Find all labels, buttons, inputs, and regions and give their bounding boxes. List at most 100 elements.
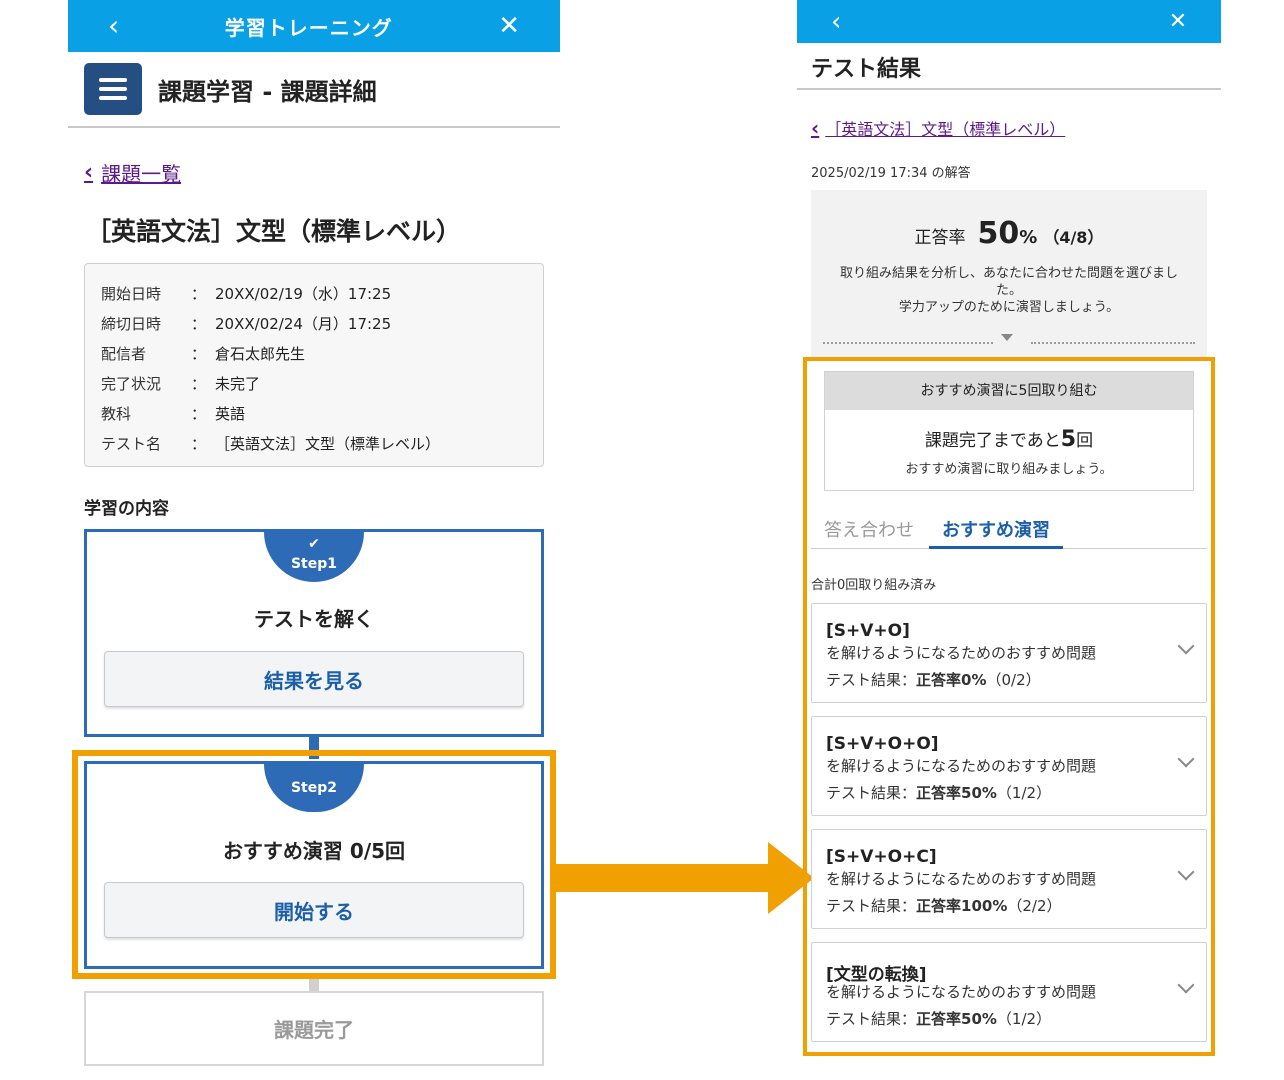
item-result-fraction: （1/2） bbox=[996, 784, 1052, 802]
chevron-left-icon[interactable]: ‹ bbox=[831, 9, 841, 35]
info-colon: ： bbox=[191, 314, 207, 333]
total-attempts: 合計0回取り組み済み bbox=[811, 578, 937, 593]
info-key: 開始日時 bbox=[101, 284, 162, 303]
info-colon: ： bbox=[191, 404, 207, 423]
item-title: [S+V+O+O] bbox=[826, 734, 939, 754]
menu-icon-bar bbox=[99, 87, 127, 91]
item-result: テスト結果：正答率50%（1/2） bbox=[826, 1008, 1051, 1029]
score-summary-box: 正答率 50 % （4/8） 取り組み結果を分析し、あなたに合わせた問題を選びま… bbox=[811, 190, 1207, 358]
chevron-left-icon[interactable]: ‹ bbox=[108, 12, 119, 40]
section-label: 学習の内容 bbox=[84, 499, 169, 519]
score-message: 取り組み結果を分析し、あなたに合わせた問題を選びまし た。 学力アップのために演… bbox=[811, 265, 1207, 316]
step1-title: テストを解く bbox=[254, 607, 374, 631]
score-value: 50 bbox=[977, 216, 1020, 251]
item-result-label: テスト結果： bbox=[826, 897, 917, 915]
answered-at: 2025/02/19 17:34 の解答 bbox=[811, 166, 971, 181]
menu-icon-bar bbox=[99, 96, 127, 100]
recommend-item[interactable]: [S+V+O] を解けるようになるためのおすすめ問題 テスト結果：正答率0%（0… bbox=[811, 603, 1207, 703]
remaining-prefix: 課題完了まであと bbox=[924, 431, 1061, 451]
chevron-left-icon: ‹ bbox=[84, 160, 94, 185]
info-value: 20XX/02/24（月）17:25 bbox=[215, 314, 392, 333]
start-button[interactable]: 開始する bbox=[104, 882, 524, 938]
item-subtitle: を解けるようになるためのおすすめ問題 bbox=[826, 757, 1097, 775]
score-unit: % bbox=[1019, 227, 1038, 248]
item-result: テスト結果：正答率100%（2/2） bbox=[826, 895, 1062, 916]
score-line: 正答率 50 % （4/8） bbox=[811, 216, 1207, 251]
recommend-item[interactable]: [文型の転換] を解けるようになるためのおすすめ問題 テスト結果：正答率50%（… bbox=[811, 942, 1207, 1042]
item-title: [S+V+O] bbox=[826, 621, 910, 641]
item-result-label: テスト結果： bbox=[826, 1010, 917, 1028]
right-title-divider bbox=[797, 88, 1221, 90]
item-subtitle: を解けるようになるためのおすすめ問題 bbox=[826, 983, 1097, 1001]
back-link-test-label: ［英語文法］文型（標準レベル） bbox=[825, 120, 1066, 139]
left-header-bar: ‹ 学習トレーニング ✕ bbox=[68, 0, 560, 52]
step2-badge-label: Step2 bbox=[290, 780, 338, 796]
item-subtitle: を解けるようになるためのおすすめ問題 bbox=[826, 870, 1097, 888]
assignment-title: ［英語文法］文型（標準レベル） bbox=[86, 217, 462, 246]
info-value: 英語 bbox=[215, 404, 246, 423]
chevron-down-icon[interactable] bbox=[1177, 750, 1195, 768]
remaining-suffix: 回 bbox=[1076, 431, 1094, 451]
arrow-right-icon bbox=[552, 842, 814, 914]
info-colon: ： bbox=[191, 344, 207, 363]
info-row-deadline: 締切日時 ： 20XX/02/24（月）17:25 bbox=[101, 308, 527, 338]
info-row-test-name: テスト名 ： ［英語文法］文型（標準レベル） bbox=[101, 428, 527, 458]
info-key: 教科 bbox=[101, 404, 132, 423]
back-link-assignments[interactable]: ‹ 課題一覧 bbox=[84, 158, 181, 187]
close-icon[interactable]: ✕ bbox=[498, 13, 520, 39]
item-result: テスト結果：正答率50%（1/2） bbox=[826, 782, 1051, 803]
back-link-label: 課題一覧 bbox=[101, 162, 182, 186]
dotted-divider bbox=[1031, 342, 1195, 344]
hamburger-menu-button[interactable] bbox=[84, 63, 142, 115]
info-value: 未完了 bbox=[215, 374, 261, 393]
item-subtitle: を解けるようになるためのおすすめ問題 bbox=[826, 644, 1097, 662]
view-results-button[interactable]: 結果を見る bbox=[104, 651, 524, 707]
score-message-line: 学力アップのために演習しましょう。 bbox=[898, 300, 1120, 315]
page-title: 課題学習 - 課題詳細 bbox=[158, 78, 377, 106]
item-result-rate: 正答率50% bbox=[916, 784, 997, 802]
info-value: 20XX/02/19（水）17:25 bbox=[215, 284, 392, 303]
back-link-test[interactable]: ‹ ［英語文法］文型（標準レベル） bbox=[811, 116, 1065, 140]
recommend-item[interactable]: [S+V+O+C] を解けるようになるためのおすすめ問題 テスト結果：正答率10… bbox=[811, 829, 1207, 929]
complete-step-card: 課題完了 bbox=[84, 991, 544, 1066]
item-title: [S+V+O+C] bbox=[826, 847, 937, 867]
info-colon: ： bbox=[191, 374, 207, 393]
info-key: 配信者 bbox=[101, 344, 147, 363]
info-key: 締切日時 bbox=[101, 314, 162, 333]
score-fraction: （4/8） bbox=[1043, 228, 1104, 247]
recommend-progress-card: おすすめ演習に5回取り組む 課題完了まであと5回 おすすめ演習に取り組みましょう… bbox=[824, 371, 1194, 491]
score-label: 正答率 bbox=[914, 228, 966, 248]
step-connector-inactive bbox=[309, 979, 319, 991]
menu-icon-bar bbox=[99, 78, 127, 82]
chevron-down-icon[interactable] bbox=[1177, 976, 1195, 994]
left-title-divider bbox=[68, 126, 560, 128]
info-row-status: 完了状況 ： 未完了 bbox=[101, 368, 527, 398]
chevron-down-icon[interactable] bbox=[1177, 637, 1195, 655]
recommend-progress-head: おすすめ演習に5回取り組む bbox=[825, 372, 1193, 410]
chevron-down-icon[interactable] bbox=[1177, 863, 1195, 881]
score-message-line: た。 bbox=[995, 283, 1022, 298]
item-result-fraction: （1/2） bbox=[996, 1010, 1052, 1028]
dotted-divider bbox=[823, 342, 993, 344]
item-result-label: テスト結果： bbox=[826, 671, 917, 689]
complete-step-label: 課題完了 bbox=[274, 1018, 354, 1042]
right-page-title: テスト結果 bbox=[811, 57, 922, 82]
right-header-bar: ‹ ✕ bbox=[797, 0, 1221, 43]
item-result-fraction: （2/2） bbox=[1007, 897, 1062, 915]
close-icon[interactable]: ✕ bbox=[1169, 10, 1187, 33]
info-key: テスト名 bbox=[101, 434, 162, 453]
tab-recommended-practice[interactable]: おすすめ演習 bbox=[942, 516, 1050, 542]
chevron-down-icon bbox=[1001, 334, 1013, 341]
info-row-sender: 配信者 ： 倉石太郎先生 bbox=[101, 338, 527, 368]
recommend-item[interactable]: [S+V+O+O] を解けるようになるためのおすすめ問題 テスト結果：正答率50… bbox=[811, 716, 1207, 816]
item-result-label: テスト結果： bbox=[826, 784, 917, 802]
tab-answer-check[interactable]: 答え合わせ bbox=[824, 516, 914, 542]
remaining-count: 課題完了まであと5回 bbox=[825, 426, 1193, 452]
item-result-rate: 正答率100% bbox=[916, 897, 1008, 915]
item-result-fraction: （0/2） bbox=[986, 671, 1041, 689]
step1-badge-label: Step1 bbox=[290, 556, 338, 572]
remaining-number: 5 bbox=[1060, 427, 1077, 452]
item-result: テスト結果：正答率0%（0/2） bbox=[826, 669, 1041, 690]
item-result-rate: 正答率50% bbox=[916, 1010, 997, 1028]
info-value: ［英語文法］文型（標準レベル） bbox=[215, 434, 441, 453]
